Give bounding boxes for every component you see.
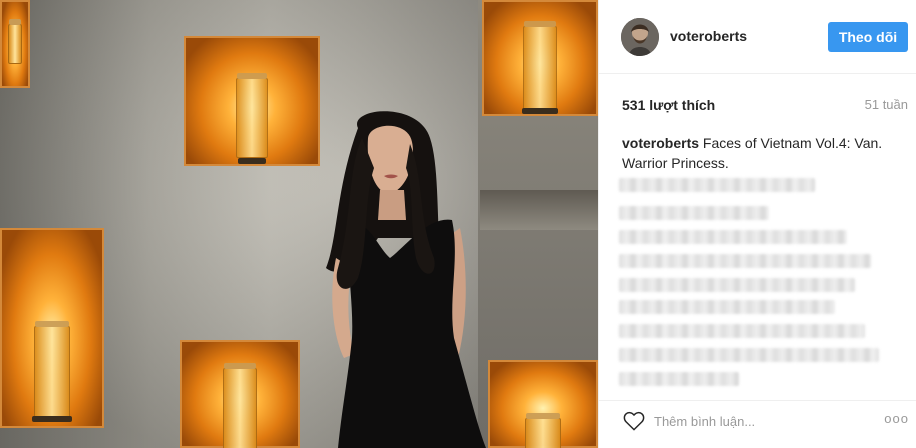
- candle-base: [522, 108, 558, 114]
- post-footer: ooo: [599, 400, 916, 448]
- woman-figure: [326, 111, 486, 448]
- comments-blurred: [615, 168, 885, 386]
- candle-niche: [0, 228, 104, 428]
- candle: [223, 363, 257, 448]
- post-sidebar: voteroberts Theo dõi 531 lượt thích 51 t…: [598, 0, 916, 448]
- post-time[interactable]: 51 tuần: [865, 97, 908, 112]
- blurred-comment-line: [619, 230, 847, 244]
- blurred-comment-line: [619, 372, 739, 386]
- header-username[interactable]: voteroberts: [670, 28, 747, 44]
- blurred-comment-line: [619, 348, 879, 362]
- blurred-comment-line: [619, 324, 865, 338]
- blurred-comment-line: [619, 178, 815, 192]
- post-header: voteroberts Theo dõi: [599, 0, 916, 74]
- candle-niche: [488, 360, 598, 448]
- candle-niche: [0, 0, 30, 88]
- candle: [525, 413, 561, 448]
- blurred-comment-line: [619, 300, 835, 314]
- candle: [236, 73, 268, 158]
- comment-input[interactable]: [654, 410, 854, 432]
- avatar[interactable]: [621, 18, 659, 56]
- blurred-comment-line: [619, 254, 871, 268]
- candle-base: [32, 416, 72, 422]
- candle-base: [238, 158, 266, 164]
- blurred-comment-line: [619, 278, 855, 292]
- candle-niche: [184, 36, 320, 166]
- blurred-comment-line: [619, 206, 769, 220]
- more-options-icon[interactable]: ooo: [884, 411, 909, 426]
- candle: [8, 19, 22, 64]
- post-photo[interactable]: [0, 0, 598, 448]
- candle: [523, 21, 557, 110]
- avatar-image: [621, 18, 659, 56]
- follow-button[interactable]: Theo dõi: [828, 22, 908, 52]
- caption-username[interactable]: voteroberts: [622, 135, 699, 151]
- candle-niche: [482, 0, 598, 116]
- post-caption: voteroberts Faces of Vietnam Vol.4: Van.…: [622, 133, 907, 173]
- candle-niche: [180, 340, 300, 448]
- likes-count[interactable]: 531 lượt thích: [622, 97, 715, 113]
- heart-icon[interactable]: [623, 411, 645, 431]
- candle: [34, 321, 70, 420]
